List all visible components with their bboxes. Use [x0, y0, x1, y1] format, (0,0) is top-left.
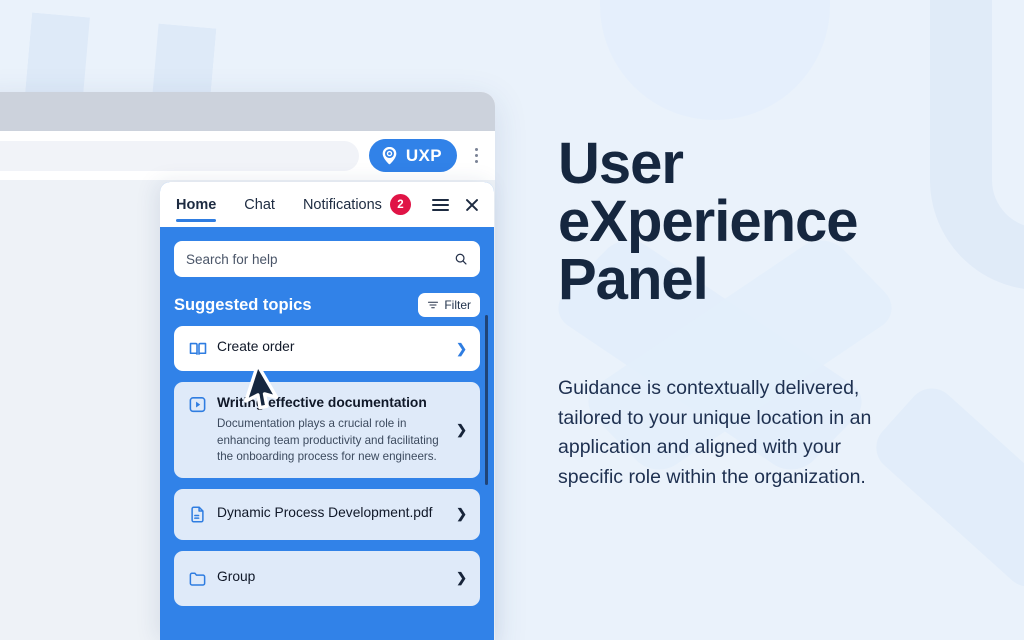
tab-home[interactable]: Home: [176, 185, 217, 224]
close-icon[interactable]: [464, 197, 480, 213]
tab-chat[interactable]: Chat: [244, 185, 275, 224]
tab-notifications-label: Notifications: [302, 197, 382, 213]
panel-body: Search for help Suggested topics Filter …: [160, 227, 494, 640]
panel-header-actions: [432, 197, 480, 213]
filter-button[interactable]: Filter: [418, 293, 480, 317]
search-placeholder-text: Search for help: [186, 251, 278, 267]
video-icon: [188, 395, 208, 415]
address-bar[interactable]: [0, 140, 359, 171]
filter-label: Filter: [444, 298, 471, 312]
topic-card-create-order[interactable]: Create order ❯: [174, 326, 480, 371]
book-icon: [188, 339, 208, 359]
hamburger-menu-icon[interactable]: [432, 198, 449, 211]
uxp-extension-button[interactable]: UXP: [368, 139, 457, 172]
notifications-count-badge: 2: [389, 194, 411, 215]
topic-card-body: Create order: [217, 338, 468, 355]
kebab-menu-icon[interactable]: [467, 148, 485, 163]
topic-card-body: Dynamic Process Development.pdf: [217, 504, 468, 521]
folder-icon: [188, 569, 208, 589]
filter-icon: [427, 299, 439, 311]
topic-card-dynamic-process-development-pdf[interactable]: Dynamic Process Development.pdf ❯: [174, 488, 480, 540]
topic-title: Create order: [217, 339, 295, 354]
topic-card-group[interactable]: Group ❯: [174, 550, 480, 606]
topic-description: Documentation plays a crucial role in en…: [217, 417, 439, 464]
topic-card-writing-effective-documentation[interactable]: Writing effective documentation Document…: [174, 382, 480, 478]
topic-title: Group: [217, 568, 256, 584]
topic-card-body: Group: [217, 568, 468, 585]
search-input[interactable]: Search for help: [174, 241, 480, 277]
topic-title: Dynamic Process Development.pdf: [217, 504, 433, 520]
browser-tab-strip[interactable]: [0, 92, 495, 131]
suggested-topics-header: Suggested topics Filter: [174, 293, 480, 317]
uxp-target-pin-icon: [379, 145, 400, 166]
browser-toolbar: UXP: [0, 131, 495, 180]
chevron-right-icon[interactable]: ❯: [456, 506, 467, 522]
chevron-right-icon[interactable]: ❯: [456, 422, 467, 438]
background-blob-shape: [600, 0, 830, 120]
chevron-right-icon[interactable]: ❯: [456, 570, 467, 586]
page-description: Guidance is contextually delivered, tail…: [558, 377, 872, 488]
panel-scrollbar[interactable]: [485, 315, 488, 485]
section-title: Suggested topics: [174, 295, 312, 314]
uxp-panel: Home Chat Notifications 2 Search for hel…: [160, 182, 494, 640]
file-pdf-icon: [188, 505, 208, 525]
search-icon: [454, 252, 468, 266]
tab-notifications[interactable]: Notifications 2: [303, 185, 411, 224]
screenshot-root: UXP Home Chat Notifications 2 Search for…: [0, 0, 1024, 640]
mouse-pointer-icon: [238, 361, 284, 413]
uxp-badge-label: UXP: [405, 145, 442, 165]
panel-header: Home Chat Notifications 2: [160, 182, 494, 227]
page-title: User eXperience Panel: [558, 131, 859, 312]
chevron-right-icon[interactable]: ❯: [456, 341, 467, 357]
